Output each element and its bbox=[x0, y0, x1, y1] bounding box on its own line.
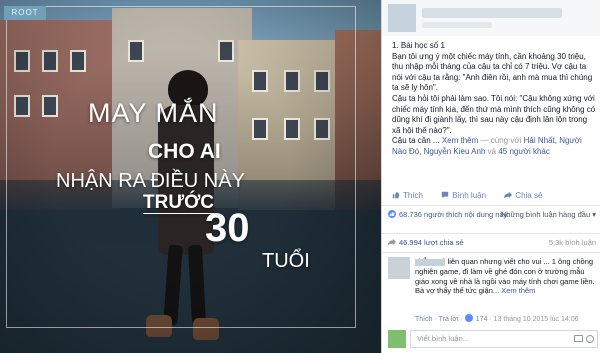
like-button[interactable]: Thích bbox=[392, 191, 431, 200]
quote-line-6: TUỔI bbox=[262, 250, 310, 272]
post-tail-line: Cậu ta cần ... Xem thêm — cùng với Hải N… bbox=[392, 136, 597, 157]
comment-placeholder: Viết bình luận... bbox=[417, 334, 469, 343]
likes-count[interactable]: 68.736 người thích nội dung này. bbox=[399, 210, 509, 219]
comment-sort-dropdown[interactable]: Những bình luận hàng đầu ▾ bbox=[501, 210, 596, 219]
shares-row: 46.994 lượt chia sẻ 5,3k bình luận bbox=[388, 238, 598, 250]
comment-reactions[interactable]: 174 bbox=[476, 316, 488, 323]
post-date-blurred bbox=[422, 22, 492, 28]
comment-timestamp[interactable]: 13 tháng 10 2015 lúc 14:06 bbox=[494, 316, 579, 323]
share-label: Chia sẻ bbox=[515, 191, 543, 200]
post-body: 1. Bài học số 1 Bạn tôi ưng ý một chiếc … bbox=[392, 41, 597, 158]
share-count-icon bbox=[388, 238, 396, 246]
comment-label: Bình luận bbox=[452, 191, 487, 200]
quote-photo[interactable]: ROOT MAY MẮN CHO AI NHẬN RA ĐIỀU NÀY TRƯ… bbox=[0, 0, 381, 353]
emoji-icon[interactable] bbox=[586, 335, 594, 343]
quote-line-1: MAY MẮN bbox=[88, 98, 219, 128]
shares-count[interactable]: 46.994 lượt chia sẻ bbox=[399, 238, 464, 247]
tagged-user[interactable]: Hải Nhất, bbox=[524, 136, 557, 145]
comment-meta: Thích · Trả lời · 174 · 13 tháng 10 2015… bbox=[415, 314, 579, 323]
divider bbox=[382, 252, 600, 253]
camera-icon[interactable] bbox=[574, 335, 583, 342]
comment-see-more-link[interactable]: Xem thêm bbox=[501, 286, 535, 295]
likes-row: 68.736 người thích nội dung này. Những b… bbox=[388, 210, 598, 230]
comment-like-link[interactable]: Thích bbox=[415, 316, 433, 323]
see-more-link[interactable]: Xem thêm bbox=[442, 136, 478, 145]
brand-tag: ROOT bbox=[4, 6, 46, 20]
like-count-icon bbox=[464, 314, 473, 322]
divider bbox=[382, 205, 600, 206]
post-title: 1. Bài học số 1 bbox=[392, 41, 445, 50]
share-button[interactable]: Chia sẻ bbox=[504, 191, 550, 200]
post-actions: Thích Bình luận Chia sẻ bbox=[392, 191, 558, 200]
post-paragraph: Bạn tôi ưng ý một chiếc máy tính, cần kh… bbox=[392, 51, 593, 93]
page-name-blurred[interactable] bbox=[422, 8, 562, 18]
comment-reply-link[interactable]: Trả lời bbox=[439, 316, 459, 323]
user-avatar bbox=[388, 330, 406, 348]
quote-line-3: NHẬN RA ĐIỀU NÀY bbox=[56, 170, 245, 192]
page-avatar[interactable] bbox=[388, 4, 416, 32]
quote-line-5: 30 bbox=[205, 206, 250, 250]
share-icon bbox=[504, 191, 513, 199]
commenter-avatar[interactable] bbox=[388, 257, 410, 279]
comment-button[interactable]: Bình luận bbox=[441, 191, 494, 200]
post-paragraph: Cậu ta hỏi tôi phải làm sao. Tôi nói: "C… bbox=[392, 93, 596, 135]
post-tail: Cậu ta cần ... bbox=[392, 136, 440, 146]
with-label: — cùng với bbox=[480, 136, 522, 146]
comments-count[interactable]: 5,3k bình luận bbox=[549, 238, 596, 247]
like-label: Thích bbox=[403, 191, 424, 200]
thumbs-up-icon bbox=[392, 191, 400, 199]
post-panel: 1. Bài học số 1 Bạn tôi ưng ý một chiếc … bbox=[381, 0, 600, 353]
commenter-name-blurred[interactable] bbox=[415, 259, 445, 266]
quote-line-4: TRƯỚC bbox=[143, 192, 215, 213]
divider bbox=[382, 233, 600, 234]
quote-line-2: CHO AI bbox=[148, 140, 221, 163]
tagged-user[interactable]: Nguyễn Kieu Anh bbox=[424, 147, 486, 156]
tagged-others-link[interactable]: 45 người khác bbox=[498, 147, 550, 156]
post-header bbox=[382, 0, 600, 36]
like-count-icon bbox=[388, 210, 396, 218]
photo-frame bbox=[6, 6, 356, 328]
and-label: và bbox=[487, 146, 497, 156]
comment-composer: Viết bình luận... bbox=[388, 330, 598, 348]
comment-icon bbox=[442, 191, 449, 199]
comment-input[interactable]: Viết bình luận... bbox=[410, 330, 598, 348]
